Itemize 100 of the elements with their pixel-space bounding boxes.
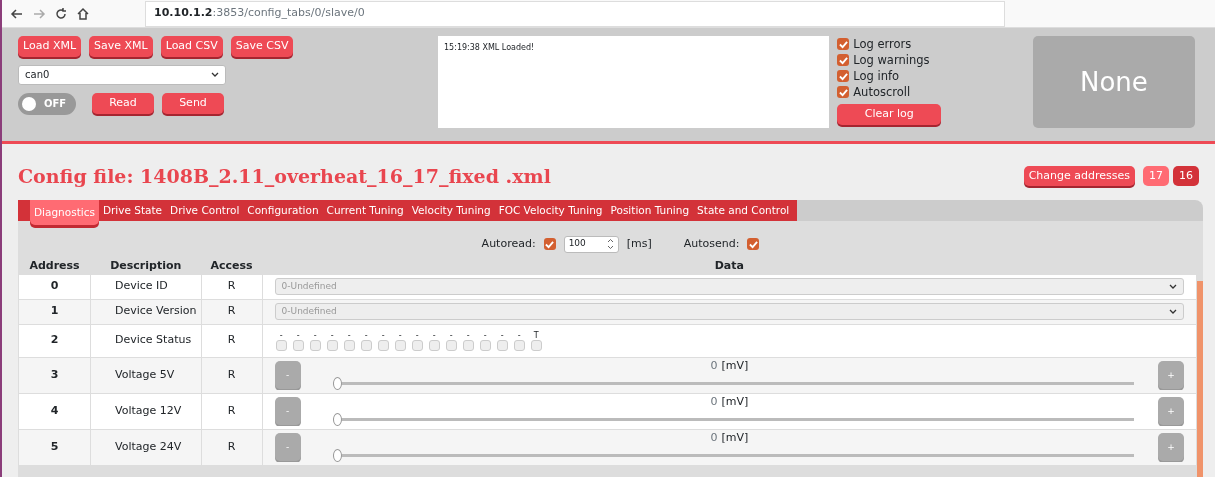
bit-checkbox[interactable] <box>445 339 457 351</box>
bit-checkbox[interactable] <box>394 339 406 351</box>
bit-label: - <box>517 330 521 340</box>
address-cell: 2 <box>18 324 91 358</box>
bit-checkbox[interactable] <box>275 339 287 351</box>
checkbox[interactable] <box>837 54 850 66</box>
unit-text: [mV] <box>721 432 749 445</box>
tab[interactable]: State and Control <box>693 200 794 221</box>
bit-label: - <box>347 330 351 340</box>
tab[interactable]: Configuration <box>243 200 323 221</box>
increment-button[interactable]: + <box>1158 433 1185 462</box>
autosend-label: Autosend: <box>683 235 740 252</box>
bit-checkbox[interactable] <box>496 339 508 351</box>
chevron-down-icon <box>1169 308 1178 315</box>
bit-checkbox[interactable] <box>360 339 372 351</box>
description-cell: Device Version <box>90 299 202 325</box>
scrollbar[interactable] <box>1197 281 1203 477</box>
checkbox[interactable] <box>837 70 850 82</box>
log-option-label: Log errors <box>853 36 912 52</box>
address-cell: 0 <box>18 274 91 300</box>
autoread-label: Autoread: <box>481 235 536 252</box>
log-option-label: Log warnings <box>853 52 930 68</box>
bit-label: - <box>330 330 334 340</box>
tab[interactable]: FOC Velocity Tuning <box>494 200 607 221</box>
forward-icon[interactable] <box>32 6 46 21</box>
slider-thumb[interactable] <box>332 448 342 462</box>
bit-checkbox[interactable] <box>530 339 542 351</box>
bit-checkbox[interactable] <box>377 339 389 351</box>
file-button[interactable]: Save XML <box>89 36 153 57</box>
increment-button[interactable]: + <box>1158 361 1185 390</box>
description-cell: Voltage 12V <box>90 393 202 430</box>
log-output: 15:19:38 XML Loaded! <box>438 36 830 128</box>
chevron-down-icon <box>1169 283 1178 290</box>
address-button[interactable]: 17 <box>1143 165 1169 187</box>
value-dropdown[interactable]: 0-Undefined <box>274 278 1185 296</box>
description-cell: Device ID <box>90 274 202 300</box>
bit-checkbox[interactable] <box>326 339 338 351</box>
bit-label: - <box>313 330 317 340</box>
file-button[interactable]: Load CSV <box>160 36 223 57</box>
tab[interactable]: Diagnostics <box>30 200 99 225</box>
bit-checkbox[interactable] <box>343 339 355 351</box>
unit-text: [mV] <box>721 360 749 373</box>
connection-toggle[interactable]: OFF <box>18 92 76 115</box>
description-cell: Device Status <box>90 324 202 358</box>
autoread-checkbox[interactable] <box>543 238 556 250</box>
bit-checkbox[interactable] <box>462 339 474 351</box>
address-cell: 5 <box>18 429 91 466</box>
bit-checkbox[interactable] <box>292 339 304 351</box>
increment-button[interactable]: + <box>1158 397 1185 426</box>
decrement-button[interactable]: - <box>274 397 301 426</box>
checkbox[interactable] <box>837 86 850 98</box>
access-cell: R <box>201 429 263 466</box>
address-cell: 4 <box>18 393 91 430</box>
address-button[interactable]: 16 <box>1173 165 1199 187</box>
decrement-button[interactable]: - <box>274 433 301 462</box>
clear-log-button[interactable]: Clear log <box>837 104 942 125</box>
tab[interactable]: Position Tuning <box>606 200 694 221</box>
checkbox[interactable] <box>837 38 850 50</box>
decrement-button[interactable]: - <box>274 361 301 390</box>
tab[interactable]: Drive Control <box>166 200 244 221</box>
column-header: Data <box>713 259 745 274</box>
value-text: 0 <box>710 360 718 373</box>
chevron-down-icon <box>211 71 219 78</box>
value-text: 0 <box>710 432 718 445</box>
interval-input[interactable]: 100 <box>563 235 619 253</box>
autosend-checkbox[interactable] <box>747 238 760 250</box>
bit-label: - <box>466 330 470 340</box>
file-button[interactable]: Save CSV <box>230 36 294 57</box>
value-dropdown[interactable]: 0-Undefined <box>274 303 1185 321</box>
reload-icon[interactable] <box>54 6 68 21</box>
home-icon[interactable] <box>76 6 90 21</box>
access-cell: R <box>201 274 263 300</box>
value-text: 0 <box>710 396 718 409</box>
bit-label: - <box>432 330 436 340</box>
action-button[interactable]: Send <box>162 93 224 114</box>
bit-checkbox[interactable] <box>309 339 321 351</box>
back-icon[interactable] <box>10 6 24 21</box>
bit-checkbox[interactable] <box>428 339 440 351</box>
interface-dropdown[interactable]: can0 <box>18 64 226 85</box>
slider-thumb[interactable] <box>332 412 342 426</box>
bit-checkbox[interactable] <box>513 339 525 351</box>
tab[interactable]: Velocity Tuning <box>407 200 495 221</box>
bit-label: - <box>415 330 419 340</box>
action-button[interactable]: Read <box>92 93 154 114</box>
interval-unit: [ms] <box>626 235 652 252</box>
change-addresses-button[interactable]: Change addresses <box>1023 165 1135 187</box>
tab[interactable]: Current Tuning <box>322 200 408 221</box>
description-cell: Voltage 5V <box>90 357 202 394</box>
column-header: Address <box>28 259 81 274</box>
column-header: Access <box>209 259 254 274</box>
file-button[interactable]: Load XML <box>18 36 82 57</box>
spinner-icon[interactable] <box>606 238 614 250</box>
bit-label: - <box>398 330 402 340</box>
slider-thumb[interactable] <box>332 376 342 390</box>
address-bar[interactable]: 10.10.1.2:3853/config_tabs/0/slave/0 <box>145 0 1005 27</box>
bit-label: - <box>381 330 385 340</box>
bit-label: - <box>279 330 283 340</box>
bit-checkbox[interactable] <box>479 339 491 351</box>
tab[interactable]: Drive State <box>98 200 167 221</box>
bit-checkbox[interactable] <box>411 339 423 351</box>
